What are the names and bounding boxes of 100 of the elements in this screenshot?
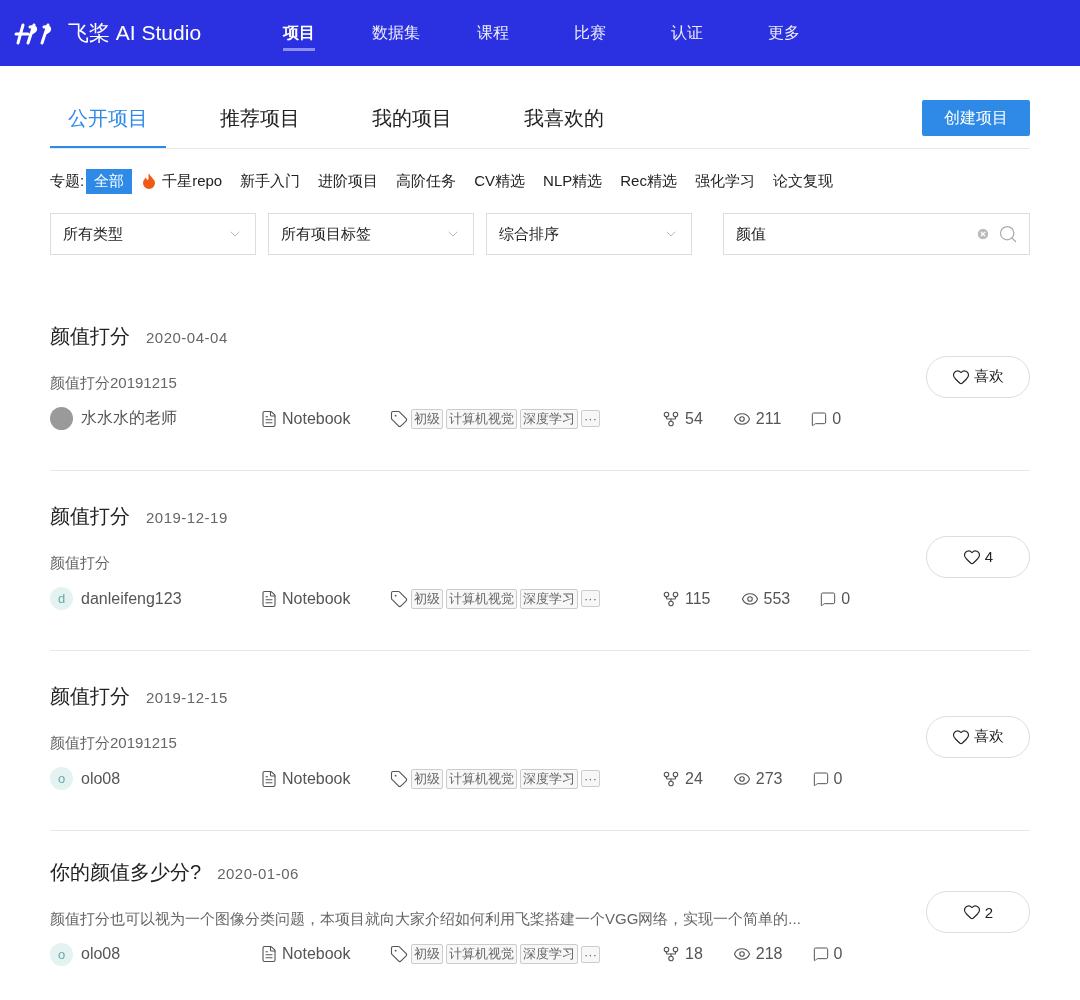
project-date: 2019-12-15	[146, 689, 228, 706]
tag-icon	[390, 409, 408, 428]
project-tag: 初级	[411, 408, 443, 429]
project-title[interactable]: 你的颜值多少分?	[50, 858, 202, 886]
author-name[interactable]: 水水水的老师	[81, 408, 177, 429]
tab[interactable]: 我的项目	[354, 105, 470, 148]
notebook-icon	[260, 769, 278, 788]
tab[interactable]: 我喜欢的	[506, 105, 622, 148]
comment-icon	[811, 410, 828, 427]
topic-filter[interactable]: 论文复现	[764, 168, 841, 194]
filter-dropdown[interactable]: 所有类型	[50, 213, 256, 255]
comment-icon	[812, 770, 829, 787]
project-tag: 初级	[411, 944, 443, 964]
project-tag: 深度学习	[520, 768, 578, 789]
heart-icon	[962, 903, 981, 921]
tag-icon	[390, 945, 408, 963]
heart-icon	[952, 367, 970, 386]
topic-filter[interactable]: 千星repo	[134, 168, 231, 194]
create-project-button[interactable]: 创建项目	[922, 100, 1030, 136]
project-tag: 计算机视觉	[446, 768, 517, 789]
avatar: o	[50, 767, 73, 790]
fork-icon	[662, 769, 680, 788]
comment-count: 0	[832, 409, 842, 428]
more-tags[interactable]: ···	[581, 590, 600, 607]
project-date: 2020-01-06	[217, 864, 299, 882]
avatar	[50, 407, 73, 430]
flame-icon	[142, 173, 157, 189]
author-name[interactable]: olo08	[81, 945, 121, 963]
fork-count: 54	[685, 409, 703, 428]
heart-icon	[962, 547, 981, 566]
comment-count: 0	[833, 769, 843, 788]
tab[interactable]: 推荐项目	[202, 105, 318, 148]
nav-link[interactable]: 课程	[444, 0, 541, 66]
like-button[interactable]: 2	[926, 891, 1030, 933]
fork-count: 18	[685, 945, 703, 963]
project-type: Notebook	[282, 945, 351, 963]
project-tag: 初级	[411, 588, 443, 609]
filter-dropdown[interactable]: 综合排序	[486, 213, 692, 255]
topics-label: 专题:	[50, 171, 85, 191]
project-title[interactable]: 颜值打分	[50, 503, 130, 530]
topic-filter[interactable]: NLP精选	[535, 168, 611, 194]
nav-link[interactable]: 比赛	[541, 0, 638, 66]
author-name[interactable]: danleifeng123	[81, 589, 182, 608]
comment-count: 0	[841, 589, 851, 608]
filter-dropdown[interactable]: 所有项目标签	[268, 213, 474, 255]
comment-icon	[820, 590, 837, 607]
comment-icon	[812, 946, 829, 962]
project-description: 颜值打分也可以视为一个图像分类问题，本项目就向大家介绍如何利用飞桨搭建一个VGG网络，实现一个简单的...	[50, 909, 802, 929]
fork-count: 24	[685, 769, 703, 788]
nav-link[interactable]: 项目	[250, 0, 347, 66]
project-tag: 计算机视觉	[446, 408, 517, 429]
topic-filter[interactable]: 全部	[86, 168, 133, 194]
project-type: Notebook	[282, 589, 351, 608]
project-title[interactable]: 颜值打分	[50, 323, 130, 350]
project-tag: 深度学习	[520, 408, 578, 429]
like-button[interactable]: 4	[926, 535, 1030, 578]
tag-icon	[390, 769, 408, 788]
nav-link[interactable]: 数据集	[347, 0, 444, 66]
nav-link[interactable]: 认证	[638, 0, 735, 66]
topic-filter[interactable]: 进阶项目	[310, 168, 387, 194]
search-field[interactable]: 颜值	[723, 213, 1030, 255]
project-tag: 初级	[411, 768, 443, 789]
like-button[interactable]: 喜欢	[926, 355, 1030, 398]
view-count: 211	[755, 409, 782, 428]
topic-filter[interactable]: 强化学习	[686, 168, 763, 194]
author-name[interactable]: olo08	[81, 769, 121, 788]
notebook-icon	[260, 589, 278, 608]
project-description: 颜值打分20191215	[50, 374, 178, 393]
topic-filter[interactable]: Rec精选	[612, 168, 685, 194]
view-count: 218	[755, 945, 783, 963]
project-tag: 深度学习	[520, 588, 578, 609]
project-tag: 深度学习	[520, 944, 578, 964]
project-tag: 计算机视觉	[446, 944, 517, 964]
search-icon[interactable]	[998, 224, 1018, 244]
logo-text: 飞桨 AI Studio	[68, 20, 202, 46]
avatar: o	[50, 942, 73, 966]
notebook-icon	[260, 945, 278, 963]
project-description: 颜值打分	[50, 554, 111, 573]
topic-filter[interactable]: 高阶任务	[388, 168, 465, 194]
more-tags[interactable]: ···	[581, 410, 600, 427]
project-title[interactable]: 颜值打分	[50, 683, 130, 710]
like-button[interactable]: 喜欢	[926, 715, 1030, 758]
more-tags[interactable]: ···	[581, 770, 600, 787]
avatar: d	[50, 587, 73, 610]
topic-filter[interactable]: CV精选	[466, 168, 534, 194]
project-tag: 计算机视觉	[446, 588, 517, 609]
more-tags[interactable]: ···	[581, 945, 600, 963]
view-icon	[732, 945, 751, 963]
tab[interactable]: 公开项目	[50, 105, 166, 148]
fork-count: 115	[685, 589, 711, 608]
project-type: Notebook	[282, 409, 351, 428]
view-count: 273	[755, 769, 783, 788]
project-date: 2020-04-04	[146, 329, 228, 346]
project-type: Notebook	[282, 769, 351, 788]
view-count: 553	[763, 589, 791, 608]
clear-icon[interactable]	[976, 227, 990, 241]
project-date: 2019-12-19	[146, 509, 228, 526]
nav-link[interactable]: 更多	[735, 0, 832, 66]
fork-icon	[662, 409, 680, 428]
topic-filter[interactable]: 新手入门	[232, 168, 309, 194]
